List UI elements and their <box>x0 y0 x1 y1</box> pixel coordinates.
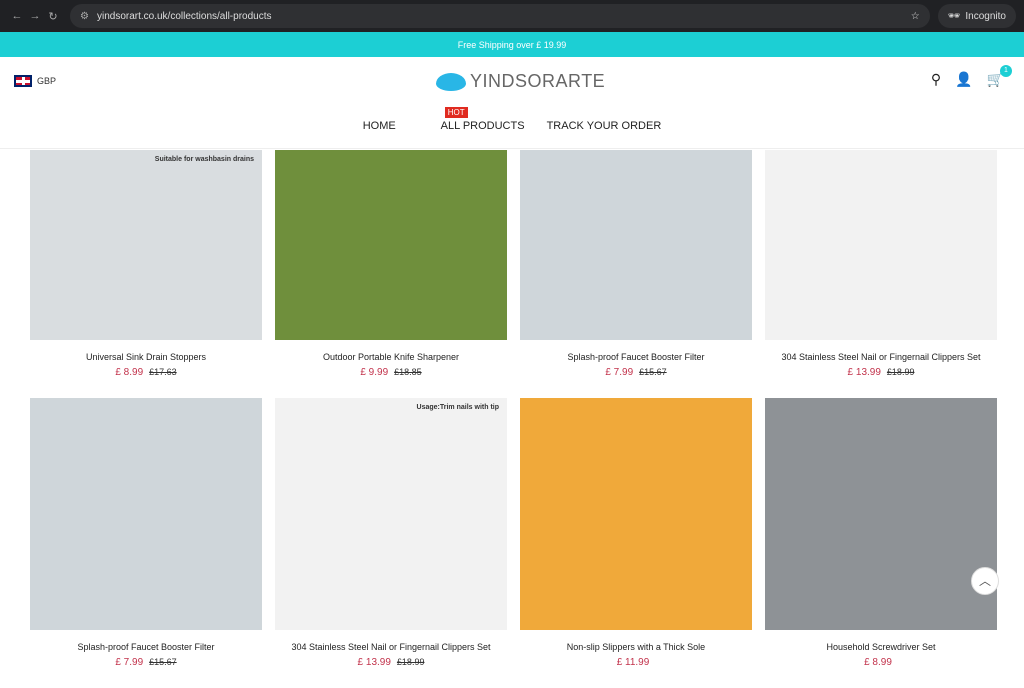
bookmark-star-icon[interactable]: ☆ <box>911 11 920 22</box>
product-card[interactable]: Outdoor Portable Knife Sharpener £ 9.99 £… <box>275 150 507 398</box>
search-icon[interactable]: ⚲ <box>931 71 941 88</box>
chevron-up-icon: ︿ <box>978 574 991 588</box>
product-title[interactable]: Household Screwdriver Set <box>765 642 997 652</box>
incognito-indicator[interactable]: 🕶 Incognito <box>937 4 1016 28</box>
product-price: £ 7.99 £15.67 <box>30 657 262 668</box>
original-price: £18.99 <box>396 657 425 667</box>
main-menu: HOME HOT ALL PRODUCTS TRACK YOUR ORDER <box>0 107 1024 132</box>
product-image[interactable] <box>30 398 262 630</box>
product-price: £ 9.99 £18.85 <box>275 367 507 378</box>
product-price: £ 11.99 <box>520 657 752 668</box>
product-image[interactable] <box>520 150 752 340</box>
shipping-banner: Free Shipping over £ 19.99 <box>0 32 1024 57</box>
menu-all-products-label: ALL PRODUCTS <box>440 120 525 132</box>
account-icon[interactable]: 👤 <box>955 71 972 88</box>
product-price: £ 13.99 £18.99 <box>765 367 997 378</box>
product-card[interactable]: Household Screwdriver Set £ 8.99 <box>765 398 997 688</box>
product-card[interactable]: Non-slip Slippers with a Thick Sole £ 11… <box>520 398 752 688</box>
product-title[interactable]: Non-slip Slippers with a Thick Sole <box>520 642 752 652</box>
currency-label: GBP <box>37 76 57 86</box>
currency-selector[interactable]: GBP <box>14 75 56 87</box>
logo[interactable]: YINDSORARTE <box>436 71 605 92</box>
incognito-label: Incognito <box>965 10 1006 22</box>
product-image[interactable]: Usage:Trim nails with tip <box>275 398 507 630</box>
menu-all-products[interactable]: HOT ALL PRODUCTS <box>418 107 525 132</box>
site-header: GBP YINDSORARTE ⚲ 👤 🛒 1 HOME HOT ALL PRODU… <box>0 57 1024 149</box>
product-grid: Suitable for washbasin drains Universal … <box>30 150 997 688</box>
site-info-icon[interactable]: ⚙ <box>80 11 89 22</box>
menu-home[interactable]: HOME <box>363 120 396 132</box>
product-title[interactable]: Universal Sink Drain Stoppers <box>30 352 262 362</box>
product-image[interactable] <box>765 398 997 630</box>
hot-badge: HOT <box>444 107 468 118</box>
original-price: £18.99 <box>886 367 915 377</box>
sale-price: £ 8.99 <box>864 657 892 668</box>
product-image[interactable]: Suitable for washbasin drains <box>30 150 262 340</box>
cart-icon[interactable]: 🛒 1 <box>987 65 1012 88</box>
sale-price: £ 7.99 <box>605 367 634 378</box>
uk-flag-icon <box>14 75 32 87</box>
product-card[interactable]: Usage:Trim nails with tip 304 Stainless … <box>275 398 507 688</box>
url-text: yindsorart.co.uk/collections/all-product… <box>96 10 272 22</box>
sale-price: £ 13.99 <box>357 657 391 668</box>
scroll-to-top-button[interactable]: ︿ <box>971 567 999 595</box>
incognito-icon: 🕶 <box>947 10 961 22</box>
sale-price: £ 13.99 <box>847 367 881 378</box>
back-icon[interactable]: ← <box>8 10 26 22</box>
reload-icon[interactable]: ↻ <box>44 10 62 23</box>
product-card[interactable]: 304 Stainless Steel Nail or Fingernail C… <box>765 150 997 398</box>
image-overlay-text: Suitable for washbasin drains <box>154 156 254 163</box>
original-price: £15.67 <box>639 367 667 377</box>
original-price: £15.67 <box>149 657 177 667</box>
sale-price: £ 9.99 <box>360 367 389 378</box>
forward-icon[interactable]: → <box>26 10 44 22</box>
product-title[interactable]: Outdoor Portable Knife Sharpener <box>275 352 507 362</box>
product-title[interactable]: 304 Stainless Steel Nail or Fingernail C… <box>275 642 507 652</box>
product-price: £ 7.99 £15.67 <box>520 367 752 378</box>
original-price: £17.63 <box>149 367 177 377</box>
product-image[interactable] <box>275 150 507 340</box>
product-title[interactable]: 304 Stainless Steel Nail or Fingernail C… <box>765 352 997 362</box>
banner-text: Free Shipping over £ 19.99 <box>457 39 567 50</box>
product-price: £ 13.99 £18.99 <box>275 657 507 668</box>
product-card[interactable]: Splash-proof Faucet Booster Filter £ 7.9… <box>520 150 752 398</box>
whale-logo-icon <box>436 72 466 91</box>
product-card[interactable]: Splash-proof Faucet Booster Filter £ 7.9… <box>30 398 262 688</box>
address-bar[interactable]: ⚙ yindsorart.co.uk/collections/all-produ… <box>70 4 930 28</box>
sale-price: £ 11.99 <box>616 657 650 668</box>
product-image[interactable] <box>765 150 997 340</box>
product-title[interactable]: Splash-proof Faucet Booster Filter <box>520 352 752 362</box>
menu-track-order[interactable]: TRACK YOUR ORDER <box>547 120 662 132</box>
product-price: £ 8.99 <box>765 657 997 668</box>
sale-price: £ 7.99 <box>115 657 144 668</box>
sale-price: £ 8.99 <box>115 367 144 378</box>
browser-toolbar: ← → ↻ ⚙ yindsorart.co.uk/collections/all… <box>0 0 1024 32</box>
product-price: £ 8.99 £17.63 <box>30 367 262 378</box>
logo-text: YINDSORARTE <box>470 71 606 91</box>
product-card[interactable]: Suitable for washbasin drains Universal … <box>30 150 262 398</box>
cart-count-badge: 1 <box>1000 65 1012 77</box>
image-overlay-text: Usage:Trim nails with tip <box>416 404 499 411</box>
original-price: £18.85 <box>394 367 422 377</box>
product-title[interactable]: Splash-proof Faucet Booster Filter <box>30 642 262 652</box>
product-image[interactable] <box>520 398 752 630</box>
